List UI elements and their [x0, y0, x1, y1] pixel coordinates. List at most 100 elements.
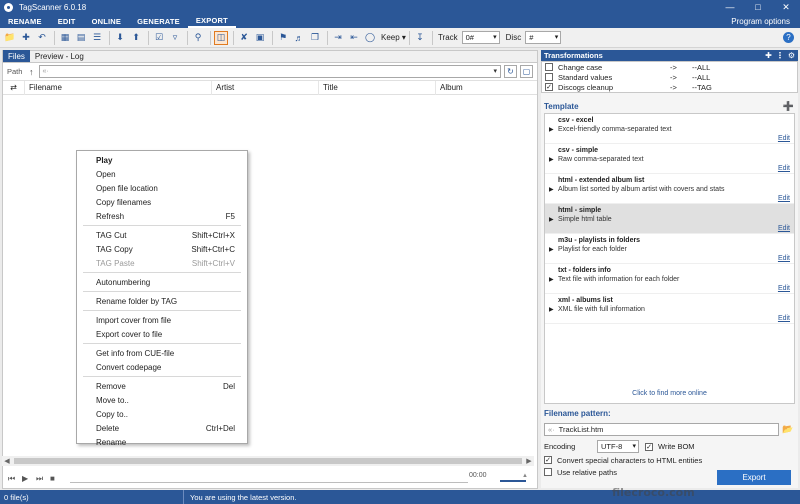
menu-item-play[interactable]: Play [77, 153, 247, 167]
up-arrow-icon[interactable]: ↑ [29, 67, 34, 77]
cover-icon[interactable]: ▣ [253, 31, 267, 45]
template-item[interactable]: ▶ csv - excel Excel-friendly comma-separ… [545, 114, 794, 144]
menu-item-remove[interactable]: Remove Del [77, 379, 247, 393]
new-template-icon[interactable]: ➕ [783, 101, 794, 112]
stop-icon[interactable]: ■ [50, 474, 58, 483]
column-title[interactable]: Title [319, 80, 436, 95]
menu-item-tag-copy[interactable]: TAG Copy Shift+Ctrl+C [77, 242, 247, 256]
scroll-left-icon[interactable]: ◀ [2, 456, 12, 466]
play-icon[interactable]: ▶ [22, 474, 30, 483]
help-icon[interactable]: ? [783, 32, 794, 43]
menu-item-export-cover[interactable]: Export cover to file [77, 327, 247, 341]
select-all-icon[interactable]: ☑ [152, 31, 166, 45]
open-folder-icon[interactable]: 📁 [3, 31, 17, 45]
template-item[interactable]: ▶ html - extended album list Album list … [545, 174, 794, 204]
menu-item-autonumbering[interactable]: Autonumbering [77, 275, 247, 289]
add-folder-icon[interactable]: ✚ [19, 31, 33, 45]
expand-arrow-icon[interactable]: ▶ [549, 126, 554, 133]
transformation-row[interactable]: Standard values -> --ALL [542, 72, 797, 82]
previous-icon[interactable]: ⏮ [8, 474, 16, 484]
settings-icon[interactable]: ⚙ [788, 51, 795, 60]
transformation-row[interactable]: Change case -> --ALL [542, 62, 797, 72]
playlist-icon[interactable]: ♬ [292, 31, 306, 45]
expand-arrow-icon[interactable]: ▶ [549, 216, 554, 223]
template-item[interactable]: ▶ csv - simple Raw comma-separated text … [545, 144, 794, 174]
copy-icon[interactable]: ❐ [308, 31, 322, 45]
menu-item-refresh[interactable]: Refresh F5 [77, 209, 247, 223]
scroll-thumb[interactable] [14, 458, 522, 464]
edit-link[interactable]: Edit [778, 225, 790, 232]
grid-view-icon[interactable]: ▦ [58, 31, 72, 45]
disc-combo[interactable]: # ▾ [525, 31, 562, 44]
edit-link[interactable]: Edit [778, 315, 790, 322]
undo-icon[interactable]: ↶ [35, 31, 49, 45]
track-combo[interactable]: 0# ▾ [461, 31, 500, 44]
transformation-checkbox-checked[interactable]: ✓ [545, 83, 553, 91]
menu-item-move-to[interactable]: Move to.. [77, 393, 247, 407]
volume-handle-icon[interactable]: ▲ [522, 473, 528, 479]
transformation-row[interactable]: ✓ Discogs cleanup -> --TAG [542, 82, 797, 92]
rename-in-icon[interactable]: ⇥ [331, 31, 345, 45]
move-down-icon[interactable]: ⬇ [113, 31, 127, 45]
column-album[interactable]: Album [436, 81, 536, 95]
remove-tag-icon[interactable]: ✘ [237, 31, 251, 45]
expand-arrow-icon[interactable]: ▶ [549, 276, 554, 283]
folder-icon[interactable]: 📂 [781, 423, 795, 436]
tab-preview-log[interactable]: Preview - Log [30, 50, 89, 62]
template-item-selected[interactable]: ▶ html - simple Simple html table Edit [545, 204, 794, 234]
column-filename[interactable]: Filename [25, 80, 212, 95]
edit-link[interactable]: Edit [778, 255, 790, 262]
shuffle-icon[interactable]: ⇄ [3, 80, 25, 95]
template-item[interactable]: ▶ xml - albums list XML file with full i… [545, 294, 794, 324]
expand-arrow-icon[interactable]: ▶ [549, 306, 554, 313]
move-up-icon[interactable]: ⬆ [129, 31, 143, 45]
expand-arrow-icon[interactable]: ▶ [549, 186, 554, 193]
expand-arrow-icon[interactable]: ▶ [549, 156, 554, 163]
add-icon[interactable]: ✚ [765, 51, 772, 60]
encoding-select[interactable]: UTF-8 ▾ [597, 440, 639, 453]
more-icon[interactable]: ⋮ [776, 51, 784, 60]
columns-icon[interactable]: ▤ [74, 31, 88, 45]
tab-generate[interactable]: GENERATE [129, 14, 188, 28]
path-input[interactable]: «· ▾ [38, 65, 501, 78]
column-artist[interactable]: Artist [212, 80, 319, 95]
menu-item-delete[interactable]: Delete Ctrl+Del [77, 421, 247, 435]
maximize-icon[interactable]: □ [744, 0, 772, 14]
menu-item-rename[interactable]: Rename [77, 435, 247, 449]
edit-link[interactable]: Edit [778, 195, 790, 202]
rename-out-icon[interactable]: ⇤ [347, 31, 361, 45]
edit-link[interactable]: Edit [778, 165, 790, 172]
menu-item-open-location[interactable]: Open file location [77, 181, 247, 195]
write-bom-checkbox[interactable]: ✓ [645, 442, 653, 451]
keep-dropdown[interactable]: Keep ▾ [381, 33, 406, 42]
seek-bar[interactable] [70, 482, 468, 483]
menu-item-convert-codepage[interactable]: Convert codepage [77, 360, 247, 374]
next-icon[interactable]: ⏭ [36, 474, 44, 484]
filter-icon[interactable]: ▿ [168, 31, 182, 45]
search-icon[interactable]: ⚲ [191, 31, 205, 45]
template-item[interactable]: ▶ txt - folders info Text file with info… [545, 264, 794, 294]
menu-item-open[interactable]: Open [77, 167, 247, 181]
horizontal-scrollbar[interactable]: ◀ ▶ [2, 456, 534, 466]
expand-arrow-icon[interactable]: ▶ [549, 246, 554, 253]
tab-export[interactable]: EXPORT [187, 14, 236, 28]
browse-folder-icon[interactable]: ▢ [520, 65, 533, 78]
filename-pattern-input[interactable]: «· TrackList.htm [544, 423, 779, 436]
transformation-checkbox[interactable] [545, 63, 553, 71]
template-item[interactable]: ▶ m3u - playlists in folders Playlist fo… [545, 234, 794, 264]
export-button[interactable]: Export [717, 470, 791, 485]
refresh-icon[interactable]: ↻ [504, 65, 517, 78]
lock-icon[interactable]: ◯ [363, 31, 377, 45]
menu-item-import-cover[interactable]: Import cover from file [77, 313, 247, 327]
tab-rename[interactable]: RENAME [0, 14, 50, 28]
menu-item-copy-filenames[interactable]: Copy filenames [77, 195, 247, 209]
export-view-icon[interactable]: ◫ [214, 30, 228, 45]
convert-special-checkbox[interactable]: ✓ [544, 456, 552, 464]
volume-slider[interactable] [500, 480, 526, 482]
relative-paths-checkbox[interactable] [544, 468, 552, 476]
find-more-online-link[interactable]: Click to find more online [545, 390, 794, 397]
scroll-right-icon[interactable]: ▶ [524, 456, 534, 466]
tab-online[interactable]: ONLINE [84, 14, 130, 28]
menu-item-cue-info[interactable]: Get info from CUE-file [77, 346, 247, 360]
program-options-link[interactable]: Program options [731, 14, 790, 28]
